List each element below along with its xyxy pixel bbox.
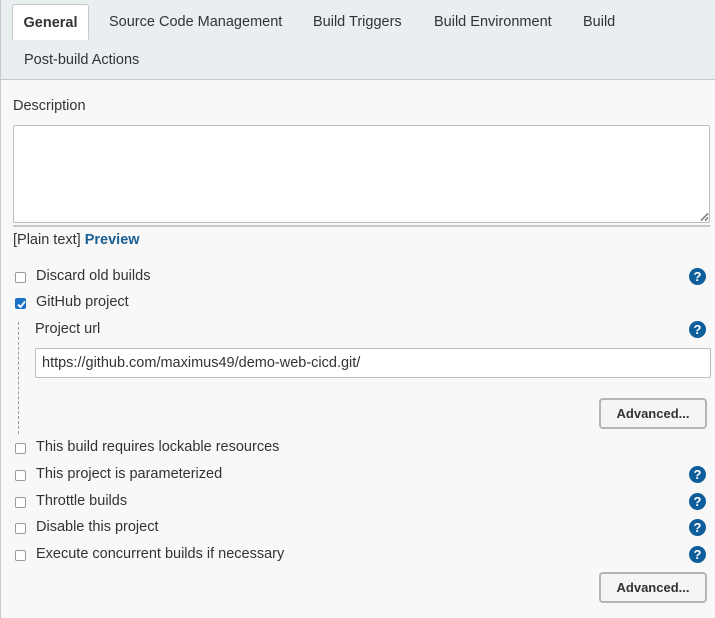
help-icon[interactable]: ? bbox=[689, 493, 706, 510]
github-advanced-button[interactable]: Advanced... bbox=[599, 398, 707, 429]
tab-post-build-actions[interactable]: Post-build Actions bbox=[24, 42, 139, 78]
help-icon[interactable]: ? bbox=[689, 466, 706, 483]
description-format-row: [Plain text] Preview bbox=[13, 232, 140, 248]
concurrent-builds-label: Execute concurrent builds if necessary bbox=[36, 546, 285, 562]
nested-section-guide bbox=[18, 322, 19, 434]
lockable-resources-label: This build requires lockable resources bbox=[36, 439, 280, 455]
help-icon[interactable]: ? bbox=[689, 546, 706, 563]
lockable-resources-checkbox[interactable] bbox=[15, 443, 26, 454]
plain-text-label: [Plain text] bbox=[13, 232, 81, 248]
github-project-label: GitHub project bbox=[36, 294, 129, 310]
config-tabbar: General Source Code Management Build Tri… bbox=[1, 0, 715, 80]
throttle-builds-checkbox[interactable] bbox=[15, 497, 26, 508]
discard-old-builds-checkbox[interactable] bbox=[15, 272, 26, 283]
description-label: Description bbox=[13, 98, 86, 114]
disable-project-checkbox[interactable] bbox=[15, 523, 26, 534]
help-icon[interactable]: ? bbox=[689, 321, 706, 338]
help-icon[interactable]: ? bbox=[689, 519, 706, 536]
parameterized-checkbox[interactable] bbox=[15, 470, 26, 481]
project-url-label: Project url bbox=[35, 321, 101, 337]
check-icon bbox=[17, 300, 26, 309]
tab-general[interactable]: General bbox=[12, 4, 89, 40]
resize-grip-icon[interactable] bbox=[700, 212, 709, 221]
github-project-checkbox[interactable] bbox=[15, 298, 26, 309]
disable-project-label: Disable this project bbox=[36, 519, 159, 535]
project-url-input[interactable] bbox=[35, 348, 711, 378]
description-divider bbox=[13, 225, 710, 227]
tab-build[interactable]: Build bbox=[583, 4, 615, 40]
parameterized-label: This project is parameterized bbox=[36, 466, 223, 482]
general-advanced-button[interactable]: Advanced... bbox=[599, 572, 707, 603]
concurrent-builds-checkbox[interactable] bbox=[15, 550, 26, 561]
preview-link[interactable]: Preview bbox=[85, 232, 140, 248]
job-config-page: General Source Code Management Build Tri… bbox=[0, 0, 715, 618]
help-icon[interactable]: ? bbox=[689, 268, 706, 285]
throttle-builds-label: Throttle builds bbox=[36, 493, 128, 509]
tab-source-code-management[interactable]: Source Code Management bbox=[109, 4, 282, 40]
discard-old-builds-label: Discard old builds bbox=[36, 268, 151, 284]
description-textarea[interactable] bbox=[13, 125, 710, 223]
tab-build-triggers[interactable]: Build Triggers bbox=[313, 4, 402, 40]
tab-build-environment[interactable]: Build Environment bbox=[434, 4, 552, 40]
